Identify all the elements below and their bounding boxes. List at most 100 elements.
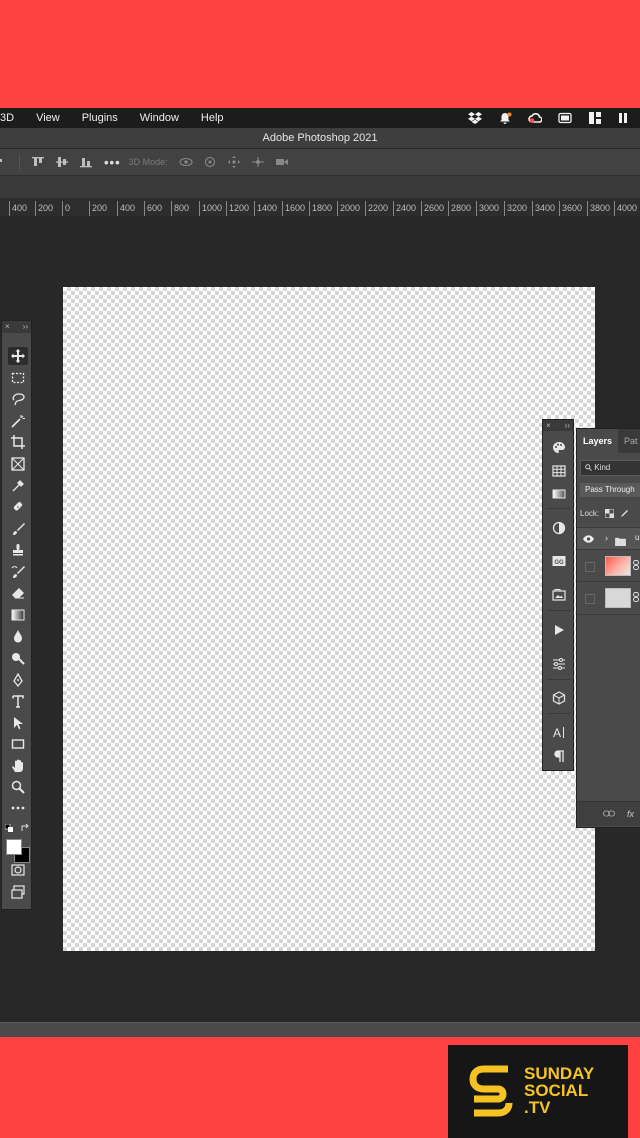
document-tab-strip	[0, 176, 640, 198]
creative-cloud-icon[interactable]	[528, 112, 542, 124]
default-colors-icon[interactable]	[4, 823, 13, 834]
eyedropper-tool-icon[interactable]	[8, 477, 28, 495]
magic-wand-tool-icon[interactable]	[8, 412, 28, 430]
dock-separator	[547, 679, 571, 680]
zoom-tool-icon[interactable]	[8, 778, 28, 796]
tab-layers[interactable]: Layers	[577, 429, 619, 453]
blend-mode-select[interactable]: Pass Through	[580, 483, 640, 497]
control-center-icon[interactable]	[588, 112, 602, 124]
drag-3d-icon[interactable]	[227, 156, 241, 168]
scale-3d-icon[interactable]	[275, 156, 289, 168]
display-icon[interactable]	[558, 112, 572, 124]
link-layers-icon[interactable]	[603, 809, 615, 819]
history-brush-tool-icon[interactable]	[8, 563, 28, 581]
ruler-label: 1000	[202, 203, 223, 213]
slide-3d-icon[interactable]	[251, 156, 265, 168]
notification-icon[interactable]	[498, 112, 512, 124]
blur-tool-icon[interactable]	[8, 627, 28, 645]
tools-panel-collapse-button[interactable]: ››	[23, 321, 28, 333]
pen-tool-icon[interactable]	[8, 671, 28, 689]
transparent-canvas[interactable]	[63, 287, 595, 951]
top-red-band	[0, 0, 640, 108]
tools-panel-header: × ››	[2, 321, 31, 333]
dodge-tool-icon[interactable]	[8, 649, 28, 667]
swatches-panel-icon[interactable]	[550, 463, 568, 479]
ruler-tick	[282, 201, 283, 216]
dock-collapse-button[interactable]: ››	[565, 420, 570, 431]
align-left-edges-icon[interactable]	[0, 156, 8, 168]
menu-plugins[interactable]: Plugins	[71, 112, 129, 124]
edit-toolbar-icon[interactable]	[8, 799, 28, 817]
dock-close-button[interactable]: ×	[546, 420, 551, 431]
brand-wordmark: SUNDAY SOCIAL .TV	[524, 1065, 594, 1116]
group-expand-chevron-icon[interactable]: ›	[605, 533, 608, 543]
align-top-edges-icon[interactable]	[31, 156, 45, 168]
healing-brush-tool-icon[interactable]	[8, 498, 28, 516]
visibility-toggle[interactable]	[585, 562, 595, 572]
layer-mask-link-icon[interactable]	[633, 560, 640, 572]
menu-window[interactable]: Window	[129, 112, 190, 124]
roll-3d-icon[interactable]	[203, 156, 217, 168]
3d-panel-icon[interactable]	[550, 690, 568, 706]
layer-mask-link-icon[interactable]	[633, 592, 640, 604]
ruler-label: 600	[147, 203, 163, 213]
adjustments-panel-icon[interactable]	[550, 520, 568, 536]
brand-line-3: .TV	[524, 1098, 551, 1117]
align-bottom-edges-icon[interactable]	[79, 156, 93, 168]
lock-image-pixels-icon[interactable]	[620, 509, 629, 518]
layer-row-red[interactable]	[577, 549, 640, 582]
visibility-eye-icon[interactable]	[583, 534, 595, 544]
ruler-tick	[532, 201, 533, 216]
menu-3d[interactable]: 3D	[0, 112, 25, 124]
gradient-tool-icon[interactable]	[8, 606, 28, 624]
ruler-tick	[559, 201, 560, 216]
path-selection-tool-icon[interactable]	[8, 714, 28, 732]
properties-panel-icon[interactable]	[550, 656, 568, 672]
align-vertical-centers-icon[interactable]	[55, 156, 69, 168]
brand-line-1: SUNDAY	[524, 1064, 595, 1083]
eraser-tool-icon[interactable]	[8, 584, 28, 602]
frame-tool-icon[interactable]	[8, 455, 28, 473]
tools-panel-close-button[interactable]: ×	[5, 321, 10, 333]
lasso-tool-icon[interactable]	[8, 390, 28, 408]
tab-pat[interactable]: Pat	[618, 429, 640, 453]
ruler-label: 2600	[424, 203, 445, 213]
more-options-button[interactable]: •••	[104, 155, 121, 170]
type-tool-icon[interactable]	[8, 692, 28, 710]
foreground-color-swatch[interactable]	[6, 839, 22, 855]
layer-effects-button[interactable]: fx	[627, 809, 634, 819]
lock-transparent-pixels-icon[interactable]	[605, 509, 615, 518]
visibility-toggle[interactable]	[585, 594, 595, 604]
brush-tool-icon[interactable]	[8, 520, 28, 538]
marquee-tool-icon[interactable]	[8, 369, 28, 387]
quick-mask-icon[interactable]	[8, 861, 28, 879]
layer-filter-kind[interactable]: Kind	[580, 460, 640, 476]
crop-tool-icon[interactable]	[8, 433, 28, 451]
move-tool-icon[interactable]	[8, 347, 28, 365]
libraries-panel-icon[interactable]	[550, 587, 568, 603]
svg-text:GG: GG	[554, 560, 564, 566]
rectangle-tool-icon[interactable]	[8, 735, 28, 753]
menu-items: 3D View Plugins Window Help	[0, 108, 235, 128]
swap-colors-icon[interactable]	[21, 823, 29, 834]
clock-icon[interactable]	[618, 112, 632, 124]
color-panel-icon[interactable]	[550, 440, 568, 456]
hand-tool-icon[interactable]	[8, 757, 28, 775]
horizontal-ruler[interactable]: 400 200 0 200 400 600 800 1000 1200 1400 1600 1800 2…	[0, 198, 640, 217]
dropbox-icon[interactable]	[468, 112, 482, 124]
glyphs-panel-icon[interactable]: GG	[550, 553, 568, 569]
screen-mode-icon[interactable]	[8, 883, 28, 901]
character-panel-icon[interactable]: A	[550, 724, 568, 740]
paragraph-panel-icon[interactable]	[550, 748, 568, 764]
layer-row-gray[interactable]	[577, 581, 640, 615]
menu-help[interactable]: Help	[190, 112, 235, 124]
ruler-tick	[365, 201, 366, 216]
orbit-3d-icon[interactable]	[179, 156, 193, 168]
actions-play-icon[interactable]	[550, 622, 568, 638]
menu-view[interactable]: View	[25, 112, 71, 124]
ruler-label: 3400	[535, 203, 556, 213]
clone-stamp-tool-icon[interactable]	[8, 541, 28, 559]
ruler-tick	[504, 201, 505, 216]
gradients-panel-icon[interactable]	[550, 486, 568, 502]
layer-row-group[interactable]: › u	[577, 527, 640, 550]
